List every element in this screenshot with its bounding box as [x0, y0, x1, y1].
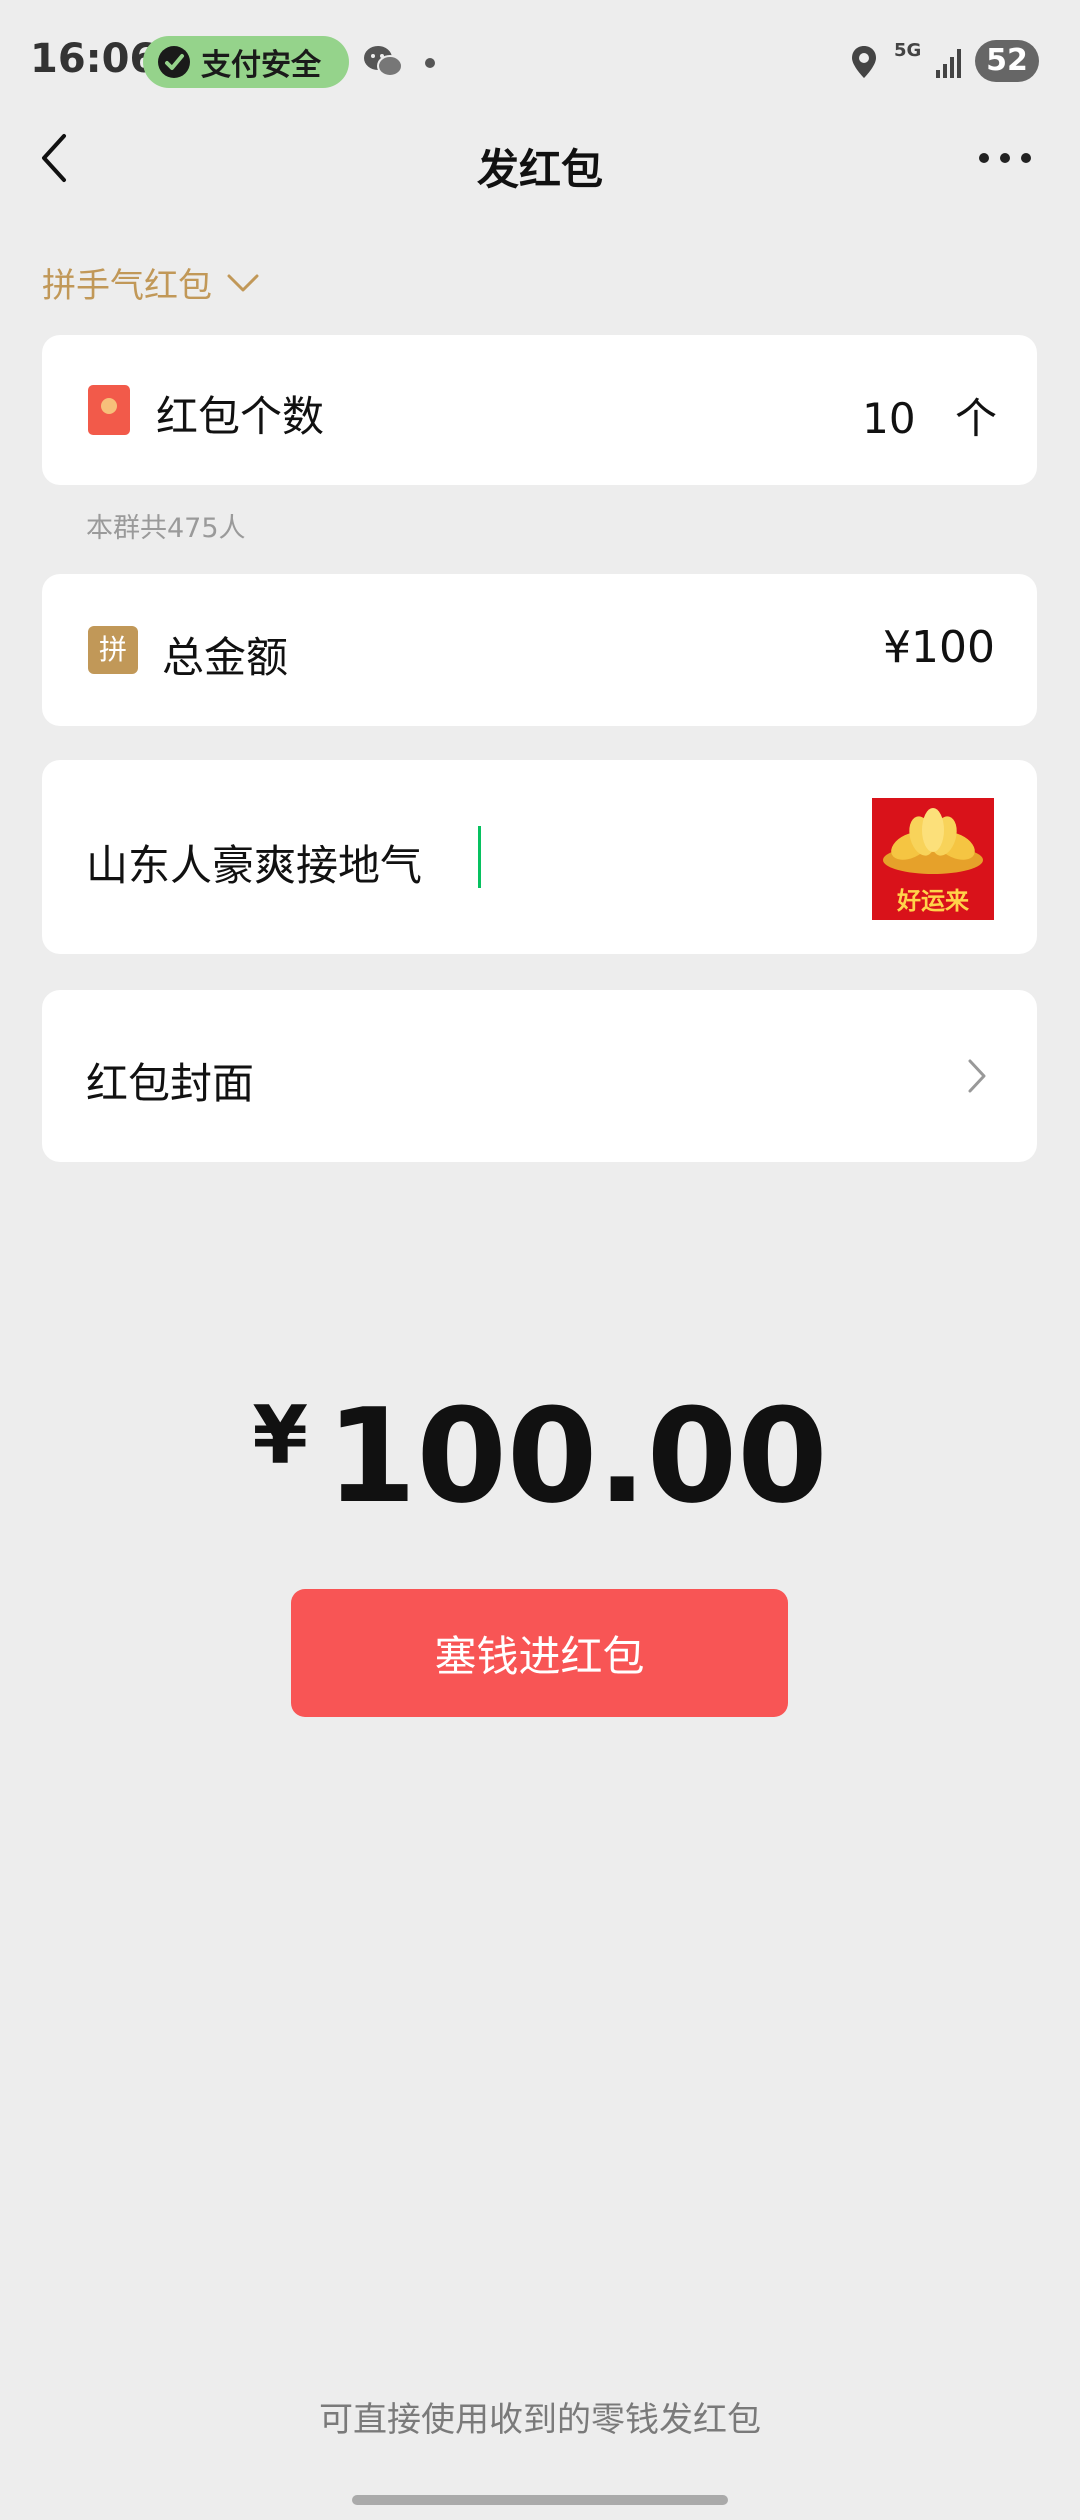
lotus-sticker[interactable]: 好运来 [872, 798, 994, 920]
greeting-input[interactable]: 山东人豪爽接地气 [86, 832, 422, 893]
battery-indicator: 52 [975, 40, 1039, 82]
packet-type-label: 拼手气红包 [42, 266, 212, 306]
group-member-count: 本群共475人 [86, 513, 246, 544]
total-amount-label: 总金额 [162, 633, 289, 682]
packet-type-selector[interactable]: 拼手气红包 [42, 258, 260, 307]
send-red-packet-page: 16:06 支付安全 5G 52 发红包 拼手气红包 红包个数 10 个 本群共… [0, 0, 1080, 2520]
pay-security-badge[interactable]: 支付安全 [143, 36, 349, 88]
packet-count-label: 红包个数 [156, 392, 325, 441]
status-time: 16:06 [30, 36, 158, 82]
more-options-icon[interactable] [978, 152, 1032, 164]
packet-cover-card[interactable]: 红包封面 [42, 990, 1037, 1162]
red-packet-icon [88, 385, 130, 435]
total-amount-display: ¥100.00 [0, 1380, 1080, 1532]
shield-check-icon [158, 46, 190, 78]
packet-count-unit: 个 [954, 394, 997, 443]
location-icon [852, 46, 876, 78]
page-title: 发红包 [476, 145, 603, 194]
packet-count-value: 10 [862, 394, 916, 443]
pay-badge-label: 支付安全 [201, 48, 321, 83]
packet-count-input[interactable]: 10 个 [862, 385, 997, 446]
chevron-down-icon [227, 274, 259, 291]
home-indicator[interactable] [352, 2495, 728, 2505]
status-bar: 16:06 支付安全 5G 52 [0, 0, 1080, 125]
network-type-label: 5G [894, 40, 922, 61]
footer-note: 可直接使用收到的零钱发红包 [319, 2400, 761, 2440]
chevron-right-icon [968, 1059, 986, 1093]
total-amount-input[interactable]: ¥100 [883, 622, 995, 673]
packet-cover-label: 红包封面 [86, 1059, 255, 1108]
packet-count-card[interactable]: 红包个数 10 个 [42, 335, 1037, 485]
sticker-caption: 好运来 [897, 886, 969, 915]
total-amount-value: 100.00 [326, 1380, 828, 1532]
greeting-card[interactable]: 山东人豪爽接地气 好运来 [42, 760, 1037, 954]
signal-strength-icon [936, 49, 961, 78]
notification-dot-icon [425, 58, 435, 68]
currency-symbol: ¥ [252, 1389, 308, 1482]
total-amount-card[interactable]: 拼 总金额 ¥100 [42, 574, 1037, 726]
pin-lucky-icon: 拼 [88, 626, 138, 674]
put-money-button[interactable]: 塞钱进红包 [291, 1589, 788, 1717]
lotus-icon [883, 808, 983, 874]
wechat-icon [364, 46, 403, 77]
text-cursor [478, 826, 481, 888]
